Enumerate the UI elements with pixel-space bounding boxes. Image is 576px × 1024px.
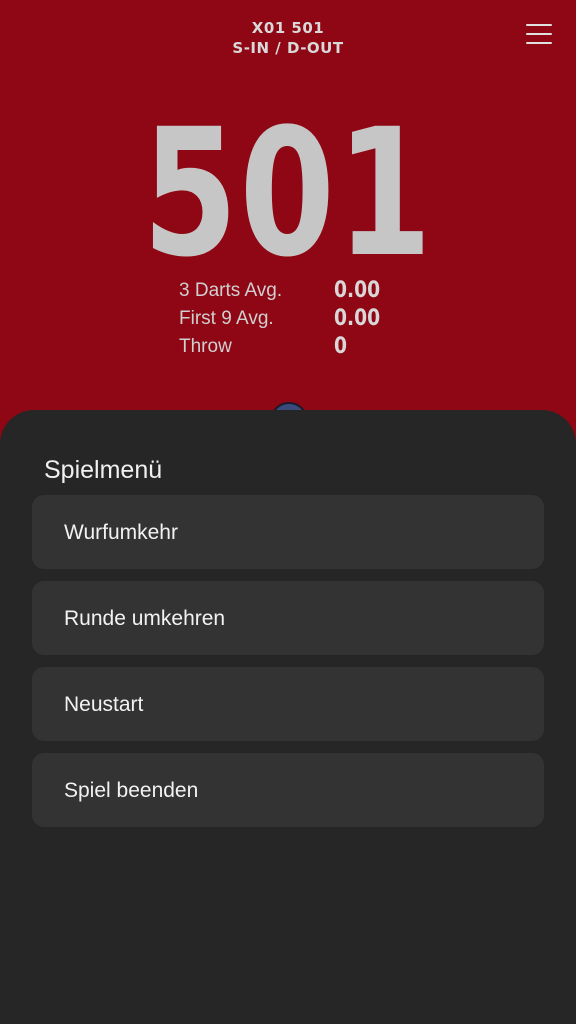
game-menu-title: Spielmenü [44, 456, 163, 484]
stat-label: Throw [179, 336, 232, 357]
stat-value: 0.00 [334, 278, 381, 303]
stat-label: 3 Darts Avg. [179, 280, 283, 301]
menu-item-label: Wurfumkehr [64, 521, 178, 544]
menu-bar [526, 33, 552, 35]
end-game-button[interactable]: Spiel beenden [32, 753, 544, 827]
stat-label: First 9 Avg. [179, 308, 274, 329]
undo-round-button[interactable]: Runde umkehren [32, 581, 544, 655]
undo-throw-button[interactable]: Wurfumkehr [32, 495, 544, 569]
menu-item-label: Neustart [64, 693, 144, 716]
stat-value: 0 [334, 334, 348, 359]
stat-row: Throw 0 [179, 334, 439, 362]
menu-bar [526, 24, 552, 26]
menu-item-label: Runde umkehren [64, 607, 226, 630]
game-mode-label: X01 501 [251, 19, 325, 37]
restart-button[interactable]: Neustart [32, 667, 544, 741]
remaining-score: 501 [142, 91, 434, 296]
game-screen: X01 501 S-IN / D-OUT 501 3 Darts Avg. 0.… [0, 0, 576, 1024]
menu-bar [526, 42, 552, 44]
stat-row: First 9 Avg. 0.00 [179, 306, 439, 334]
hamburger-menu-icon[interactable] [526, 22, 554, 46]
game-rules-label: S-IN / D-OUT [232, 39, 344, 57]
game-menu-sheet: Spielmenü Wurfumkehr Runde umkehren Neus… [0, 410, 576, 1024]
menu-item-label: Spiel beenden [64, 779, 199, 802]
game-menu-list: Wurfumkehr Runde umkehren Neustart Spiel… [32, 495, 544, 839]
player-stats: 3 Darts Avg. 0.00 First 9 Avg. 0.00 Thro… [179, 278, 439, 362]
game-header: X01 501 S-IN / D-OUT [0, 18, 576, 58]
stat-row: 3 Darts Avg. 0.00 [179, 278, 439, 306]
stat-value: 0.00 [334, 306, 381, 331]
